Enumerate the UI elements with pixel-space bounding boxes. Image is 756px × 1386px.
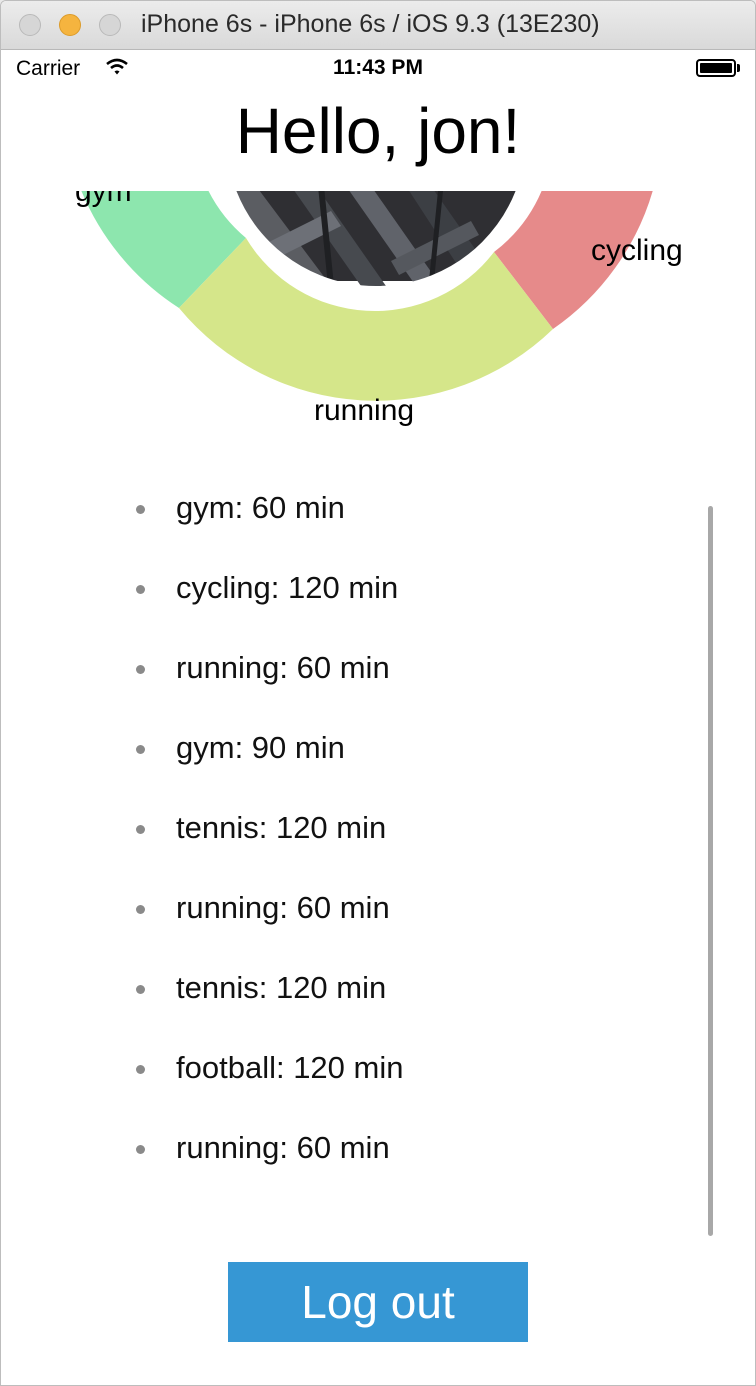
window-title: iPhone 6s - iPhone 6s / iOS 9.3 (13E230) (141, 10, 600, 38)
list-scrollbar[interactable] (708, 506, 713, 1236)
logout-button[interactable]: Log out (228, 1262, 528, 1342)
bullet-icon (136, 1145, 145, 1154)
pie-label-cycling: cycling (591, 234, 683, 267)
list-item: gym: 60 min (1, 471, 755, 551)
activity-text: gym: 60 min (176, 490, 345, 525)
activity-text: running: 60 min (176, 1130, 390, 1165)
status-bar: Carrier 11:43 PM (1, 49, 755, 89)
simulator-window: iPhone 6s - iPhone 6s / iOS 9.3 (13E230)… (0, 0, 756, 1386)
list-item: tennis: 120 min (1, 951, 755, 1031)
bullet-icon (136, 505, 145, 514)
activity-text: gym: 90 min (176, 730, 345, 765)
list-item: football: 120 min (1, 1031, 755, 1111)
minimize-window-button[interactable] (59, 14, 81, 36)
zoom-window-button[interactable] (99, 14, 121, 36)
list-item: running: 60 min (1, 871, 755, 951)
list-item: running: 60 min (1, 1111, 755, 1191)
close-window-button[interactable] (19, 14, 41, 36)
pie-label-running: running (314, 394, 414, 427)
list-item: tennis: 120 min (1, 791, 755, 871)
bullet-icon (136, 665, 145, 674)
list-item: gym: 90 min (1, 711, 755, 791)
pie-chart-svg: gym cycling running (75, 191, 683, 427)
status-time: 11:43 PM (333, 56, 423, 79)
bullet-icon (136, 985, 145, 994)
bullet-icon (136, 585, 145, 594)
activity-text: tennis: 120 min (176, 810, 387, 845)
list-item: cycling: 120 min (1, 551, 755, 631)
activity-text: tennis: 120 min (176, 970, 387, 1005)
activity-pie-chart: gym cycling running (1, 191, 755, 451)
bullet-icon (136, 745, 145, 754)
list-item: running: 60 min (1, 631, 755, 711)
activity-text: running: 60 min (176, 650, 390, 685)
pie-label-gym: gym (75, 191, 132, 208)
bullet-icon (136, 905, 145, 914)
window-titlebar: iPhone 6s - iPhone 6s / iOS 9.3 (13E230) (1, 1, 755, 50)
greeting-heading: Hello, jon! (235, 95, 521, 167)
bullet-icon (136, 825, 145, 834)
bullet-icon (136, 1065, 145, 1074)
activity-text: football: 120 min (176, 1050, 404, 1085)
activity-text: cycling: 120 min (176, 570, 399, 605)
activity-text: running: 60 min (176, 890, 390, 925)
battery-icon (696, 59, 740, 77)
